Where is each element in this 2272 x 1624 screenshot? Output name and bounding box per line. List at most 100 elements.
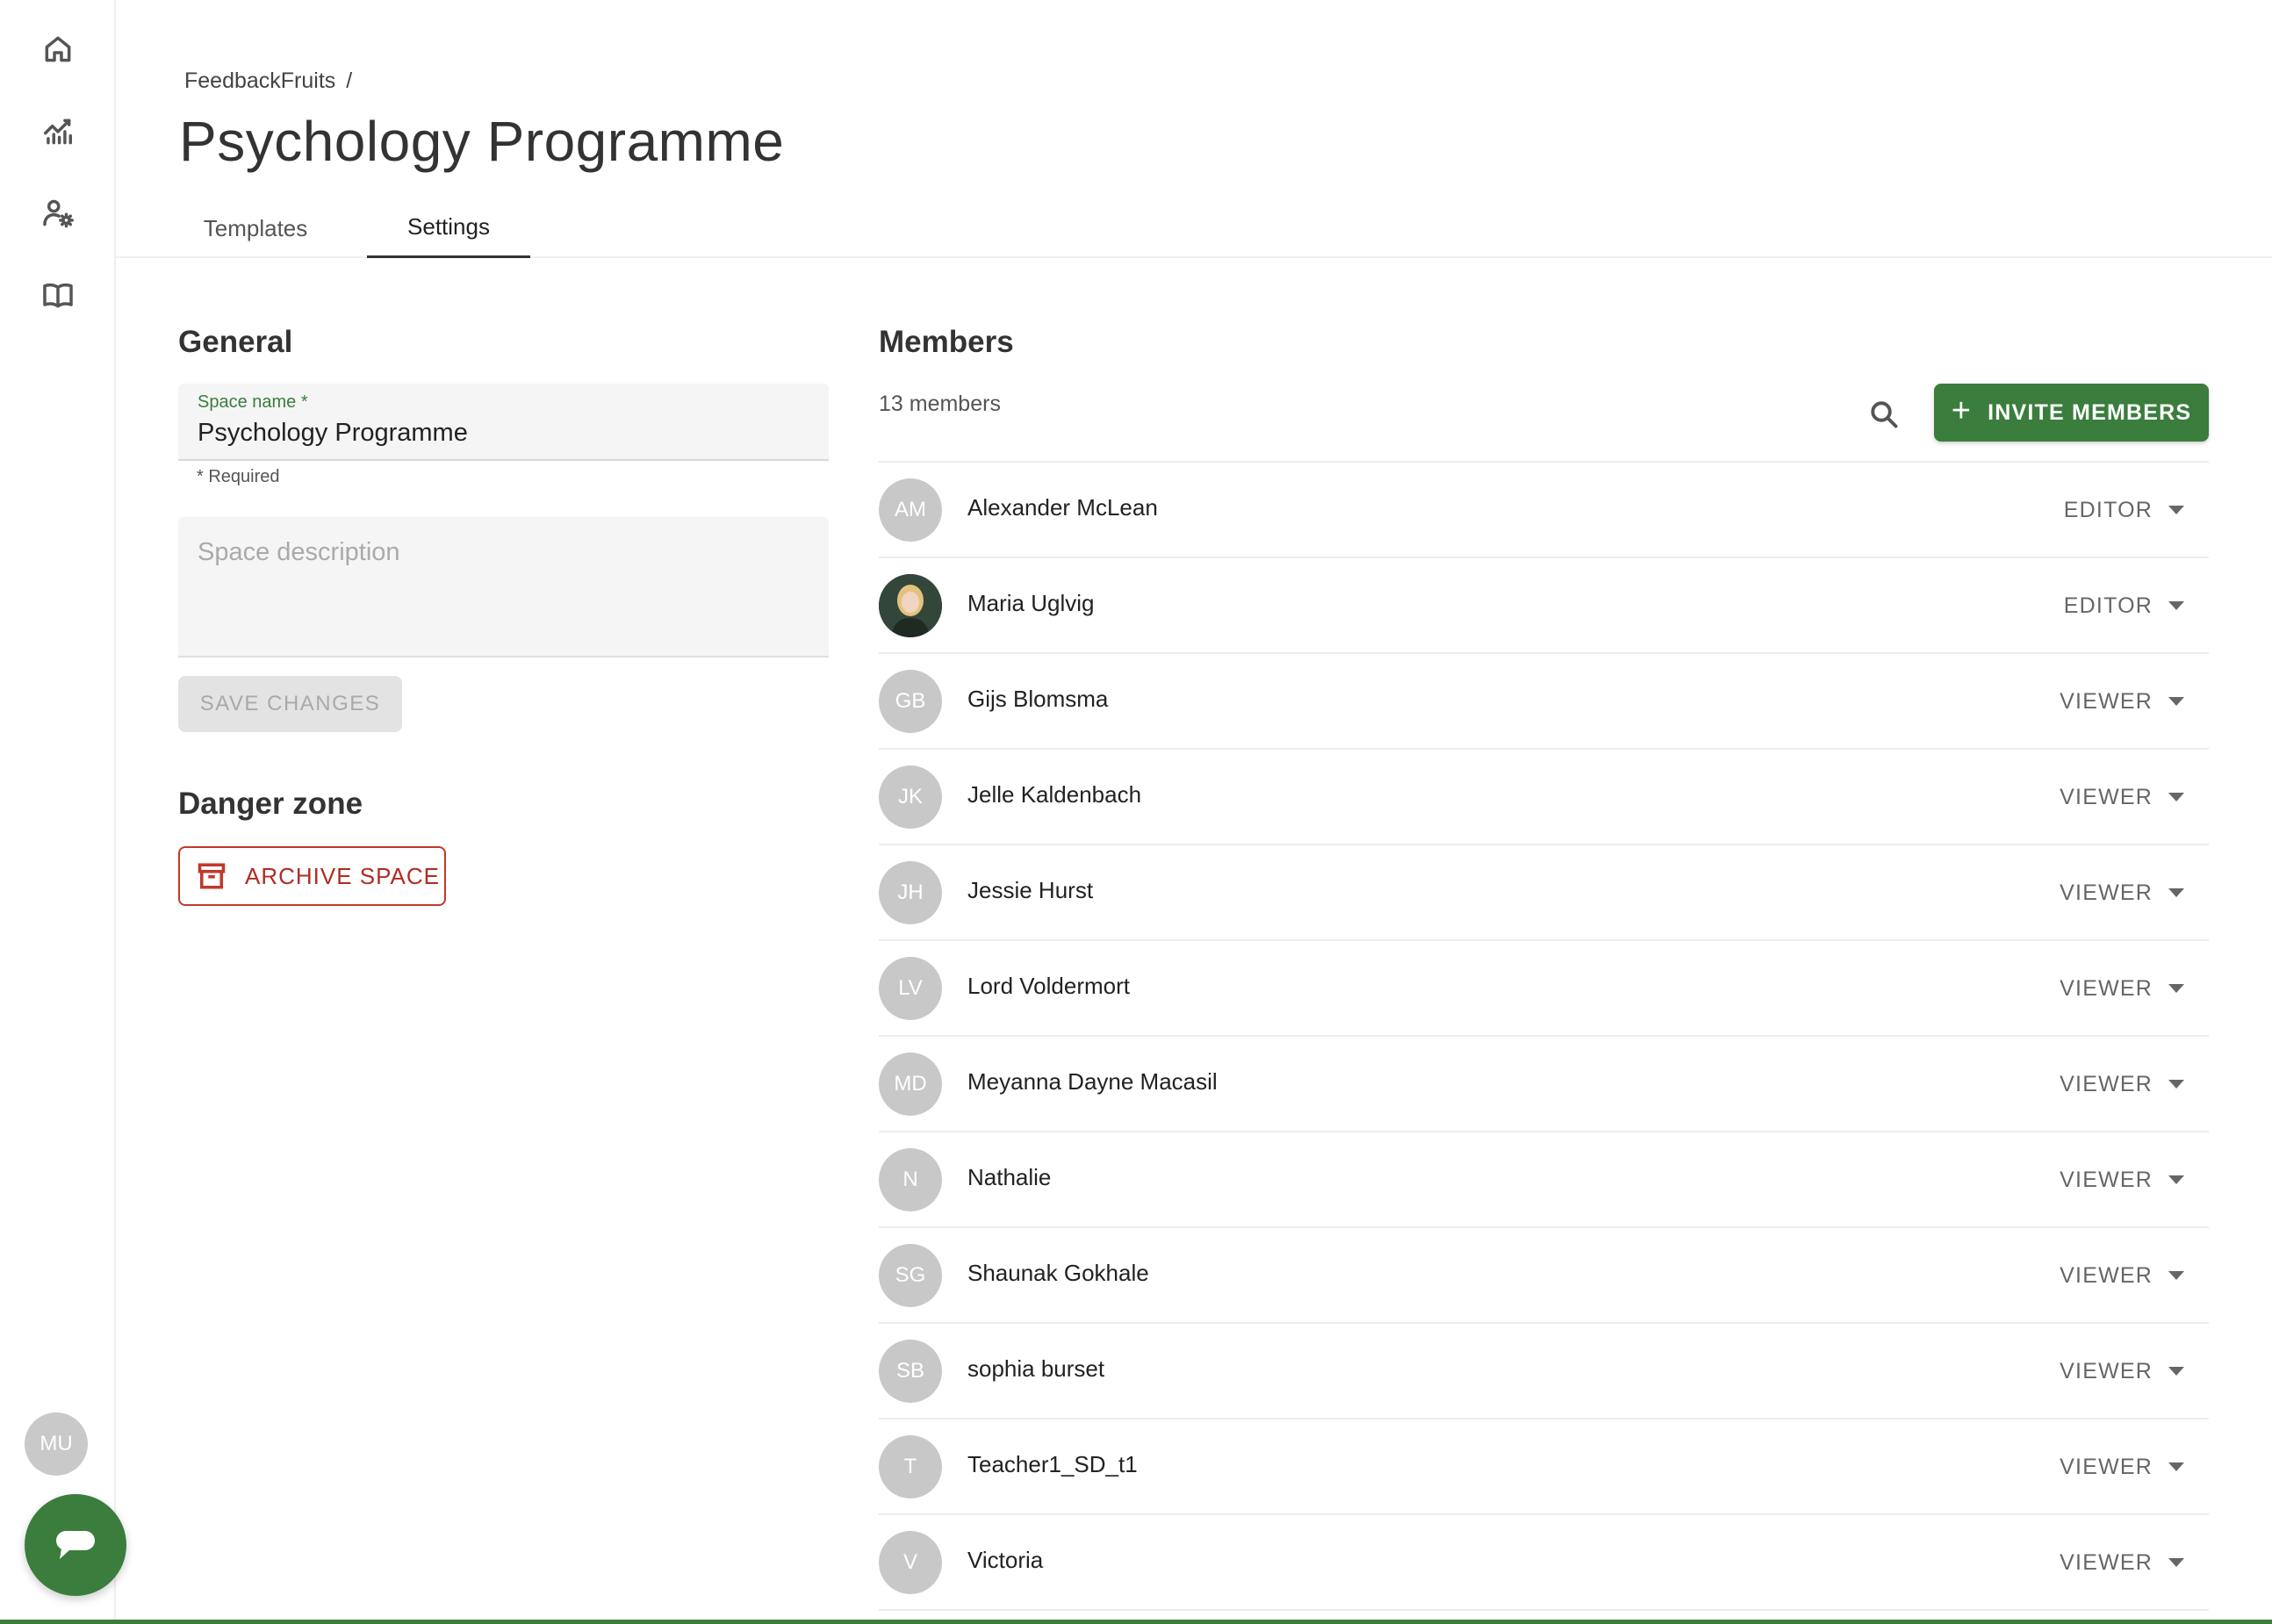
member-role-label: EDITOR [2063,497,2153,522]
sidebar-item-home[interactable] [32,23,84,75]
sidebar-item-analytics[interactable] [32,105,84,158]
invite-members-button[interactable]: + INVITE MEMBERS [1934,384,2209,442]
member-name: Gijs Blomsma [967,686,1109,712]
user-avatar[interactable]: MU [25,1412,88,1476]
member-role-dropdown[interactable]: VIEWER [2060,966,2184,1011]
member-role-label: VIEWER [2060,688,2153,714]
archive-space-button[interactable]: ARCHIVE SPACE [178,846,446,906]
profile-photo-icon [879,574,942,637]
tab-templates[interactable]: Templates [197,198,314,258]
member-avatar: LV [879,957,942,1020]
members-title: Members [879,325,1014,359]
member-row: JH Jessie Hurst VIEWER [879,845,2209,941]
required-hint: * Required [197,467,280,486]
caret-down-icon [2168,1271,2184,1280]
member-name: Lord Voldermort [967,973,1130,999]
caret-down-icon [2168,506,2184,514]
home-icon [45,36,71,62]
member-role-label: VIEWER [2060,1262,2153,1288]
caret-down-icon [2168,1367,2184,1376]
member-role-label: VIEWER [2060,1549,2153,1575]
member-name: Nathalie [967,1164,1052,1190]
caret-down-icon [2168,601,2184,610]
space-name-value[interactable]: Psychology Programme [198,419,468,448]
member-avatar: AM [879,478,942,542]
member-role-dropdown[interactable]: VIEWER [2060,1444,2184,1490]
member-role-label: VIEWER [2060,880,2153,905]
member-role-label: EDITOR [2063,593,2153,618]
member-name: sophia burset [967,1355,1105,1382]
member-role-dropdown[interactable]: VIEWER [2060,1540,2184,1585]
member-role-dropdown[interactable]: VIEWER [2060,1253,2184,1298]
member-role-label: VIEWER [2060,784,2153,809]
breadcrumb-link-feedbackfruits[interactable]: FeedbackFruits [184,68,335,94]
member-role-dropdown[interactable]: VIEWER [2060,1348,2184,1394]
member-row: SB sophia burset VIEWER [879,1324,2209,1419]
member-role-label: VIEWER [2060,1454,2153,1479]
member-row: V Victoria VIEWER [879,1515,2209,1611]
member-row: Maria Uglvig EDITOR [879,558,2209,654]
member-role-label: VIEWER [2060,975,2153,1001]
caret-down-icon [2168,1558,2184,1567]
member-role-dropdown[interactable]: VIEWER [2060,679,2184,724]
member-name: Jessie Hurst [967,877,1094,903]
book-icon [43,283,73,308]
member-role-dropdown[interactable]: VIEWER [2060,1157,2184,1203]
member-avatar: SG [879,1244,942,1307]
sidebar: MU [0,0,126,1624]
member-row: GB Gijs Blomsma VIEWER [879,654,2209,750]
archive-box-icon [198,863,226,889]
caret-down-icon [2168,1462,2184,1471]
member-name: Alexander McLean [967,494,1158,521]
analytics-icon [44,119,72,145]
chat-button[interactable] [25,1494,126,1596]
member-name: Shaunak Gokhale [967,1260,1149,1286]
member-role-label: VIEWER [2060,1071,2153,1096]
caret-down-icon [2168,984,2184,993]
member-role-dropdown[interactable]: VIEWER [2060,870,2184,916]
caret-down-icon [2168,1080,2184,1089]
space-description-field[interactable]: Space description [178,517,829,658]
member-role-dropdown[interactable]: VIEWER [2060,774,2184,820]
member-role-dropdown[interactable]: VIEWER [2060,1061,2184,1107]
member-name: Jelle Kaldenbach [967,781,1142,808]
tab-settings[interactable]: Settings [367,198,530,258]
chat-bubble-icon [56,1531,95,1559]
member-row: LV Lord Voldermort VIEWER [879,941,2209,1037]
sidebar-item-library[interactable] [32,269,84,321]
member-row: N Nathalie VIEWER [879,1132,2209,1228]
member-avatar: V [879,1531,942,1594]
caret-down-icon [2168,888,2184,897]
member-row: MD Meyanna Dayne Macasil VIEWER [879,1037,2209,1132]
member-role-label: VIEWER [2060,1167,2153,1192]
caret-down-icon [2168,1175,2184,1184]
space-name-label: Space name * [198,392,308,412]
member-count: 13 members [879,392,1001,416]
member-avatar: JH [879,861,942,924]
search-icon [1871,401,1898,428]
page-header: FeedbackFruits / Psychology Programme Te… [116,0,2272,258]
member-row: SG Shaunak Gokhale VIEWER [879,1228,2209,1324]
member-list: AM Alexander McLean EDITOR Maria Uglvig EDIT… [879,461,2209,1611]
save-changes-button[interactable]: SAVE CHANGES [178,676,402,732]
space-name-field[interactable]: Space name * Psychology Programme [178,384,829,461]
page-title: Psychology Programme [179,110,785,173]
member-search-button[interactable] [1863,393,1905,435]
bottom-accent-bar [0,1620,2272,1624]
member-avatar: N [879,1148,942,1211]
member-row: AM Alexander McLean EDITOR [879,463,2209,558]
danger-zone-title: Danger zone [178,787,363,821]
sidebar-item-user-settings[interactable] [32,187,84,240]
member-role-dropdown[interactable]: EDITOR [2064,583,2184,629]
caret-down-icon [2168,793,2184,801]
app-root: MU FeedbackFruits / Psychology Programme… [0,0,2272,1624]
member-avatar: SB [879,1340,942,1403]
member-row: T Teacher1_SD_t1 VIEWER [879,1419,2209,1515]
breadcrumb-separator: / [346,68,353,93]
member-role-dropdown[interactable]: EDITOR [2064,487,2184,533]
member-avatar: GB [879,670,942,733]
user-settings-icon [43,199,74,228]
breadcrumb: FeedbackFruits / [184,68,352,94]
space-description-placeholder: Space description [198,538,400,566]
general-title: General [178,325,293,359]
